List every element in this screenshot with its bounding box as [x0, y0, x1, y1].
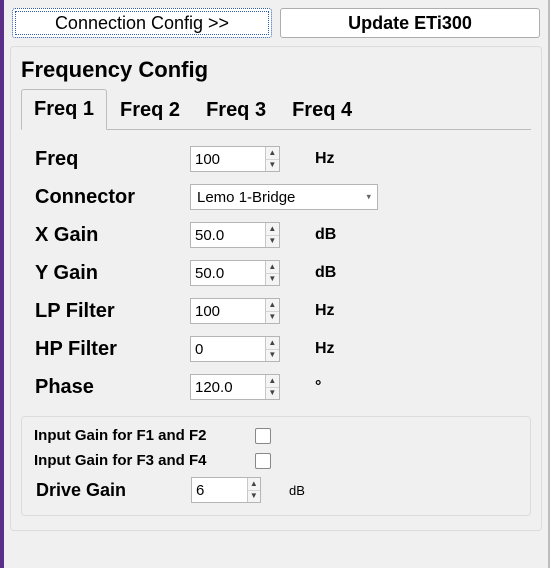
tab-freq-4[interactable]: Freq 4 [279, 90, 365, 130]
spin-down-icon[interactable]: ▼ [266, 388, 279, 400]
ygain-spin-arrows[interactable]: ▲ ▼ [265, 261, 279, 285]
freq-label: Freq [35, 148, 190, 171]
hp-input[interactable] [191, 337, 265, 361]
lp-label: LP Filter [35, 300, 190, 323]
freq-spin-arrows[interactable]: ▲ ▼ [265, 147, 279, 171]
drive-gain-label: Drive Gain [36, 480, 191, 501]
lp-unit: Hz [313, 302, 353, 320]
connector-value: Lemo 1-Bridge [197, 189, 295, 206]
spin-up-icon[interactable]: ▲ [266, 337, 279, 350]
tab-freq-1[interactable]: Freq 1 [21, 89, 107, 130]
lp-spinbox[interactable]: ▲ ▼ [190, 298, 280, 324]
connector-label: Connector [35, 186, 190, 209]
spin-up-icon[interactable]: ▲ [266, 375, 279, 388]
top-button-row: Connection Config >> Update ETi300 [10, 6, 542, 44]
drive-gain-input[interactable] [192, 478, 247, 502]
hp-spin-arrows[interactable]: ▲ ▼ [265, 337, 279, 361]
chevron-down-icon: ▾ [366, 192, 371, 203]
xgain-input[interactable] [191, 223, 265, 247]
lp-input[interactable] [191, 299, 265, 323]
freq-form: Freq ▲ ▼ Hz Connector Lemo 1-Bridge ▾ X … [35, 146, 531, 400]
update-eti300-button[interactable]: Update ETi300 [280, 8, 540, 38]
freq-unit: Hz [313, 150, 353, 168]
hp-spinbox[interactable]: ▲ ▼ [190, 336, 280, 362]
spin-down-icon[interactable]: ▼ [266, 160, 279, 172]
phase-spin-arrows[interactable]: ▲ ▼ [265, 375, 279, 399]
drive-gain-unit: dB [289, 483, 329, 498]
hp-label: HP Filter [35, 338, 190, 361]
ygain-label: Y Gain [35, 262, 190, 285]
xgain-label: X Gain [35, 224, 190, 247]
tab-freq-2[interactable]: Freq 2 [107, 90, 193, 130]
phase-label: Phase [35, 376, 190, 399]
drive-gain-spinbox[interactable]: ▲ ▼ [191, 477, 261, 503]
spin-up-icon[interactable]: ▲ [266, 299, 279, 312]
freq-input[interactable] [191, 147, 265, 171]
phase-unit: ° [313, 378, 353, 396]
frequency-config-group: Frequency Config Freq 1 Freq 2 Freq 3 Fr… [10, 46, 542, 531]
spin-down-icon[interactable]: ▼ [266, 350, 279, 362]
connector-select[interactable]: Lemo 1-Bridge ▾ [190, 184, 378, 210]
spin-down-icon[interactable]: ▼ [266, 274, 279, 286]
lp-spin-arrows[interactable]: ▲ ▼ [265, 299, 279, 323]
ygain-unit: dB [313, 264, 353, 282]
spin-down-icon[interactable]: ▼ [248, 491, 260, 503]
spin-down-icon[interactable]: ▼ [266, 312, 279, 324]
freq-spinbox[interactable]: ▲ ▼ [190, 146, 280, 172]
config-window: Connection Config >> Update ETi300 Frequ… [0, 0, 550, 568]
input-gain-f34-row: Input Gain for F3 and F4 [34, 452, 518, 469]
phase-spinbox[interactable]: ▲ ▼ [190, 374, 280, 400]
spin-up-icon[interactable]: ▲ [266, 223, 279, 236]
drive-gain-row: Drive Gain ▲ ▼ dB [36, 477, 518, 503]
drive-gain-group: Input Gain for F1 and F2 Input Gain for … [21, 416, 531, 516]
hp-unit: Hz [313, 340, 353, 358]
ygain-spinbox[interactable]: ▲ ▼ [190, 260, 280, 286]
input-gain-f12-label: Input Gain for F1 and F2 [34, 427, 207, 444]
xgain-unit: dB [313, 226, 353, 244]
connection-config-button[interactable]: Connection Config >> [12, 8, 272, 38]
input-gain-f12-checkbox[interactable] [255, 428, 271, 444]
spin-up-icon[interactable]: ▲ [266, 261, 279, 274]
group-title: Frequency Config [21, 57, 531, 83]
tab-freq-3[interactable]: Freq 3 [193, 90, 279, 130]
xgain-spin-arrows[interactable]: ▲ ▼ [265, 223, 279, 247]
input-gain-f34-label: Input Gain for F3 and F4 [34, 452, 207, 469]
input-gain-f12-row: Input Gain for F1 and F2 [34, 427, 518, 444]
ygain-input[interactable] [191, 261, 265, 285]
freq-tab-bar: Freq 1 Freq 2 Freq 3 Freq 4 [21, 89, 531, 130]
spin-up-icon[interactable]: ▲ [266, 147, 279, 160]
spin-up-icon[interactable]: ▲ [248, 478, 260, 491]
input-gain-f34-checkbox[interactable] [255, 453, 271, 469]
xgain-spinbox[interactable]: ▲ ▼ [190, 222, 280, 248]
drive-gain-spin-arrows[interactable]: ▲ ▼ [247, 478, 260, 502]
phase-input[interactable] [191, 375, 265, 399]
spin-down-icon[interactable]: ▼ [266, 236, 279, 248]
